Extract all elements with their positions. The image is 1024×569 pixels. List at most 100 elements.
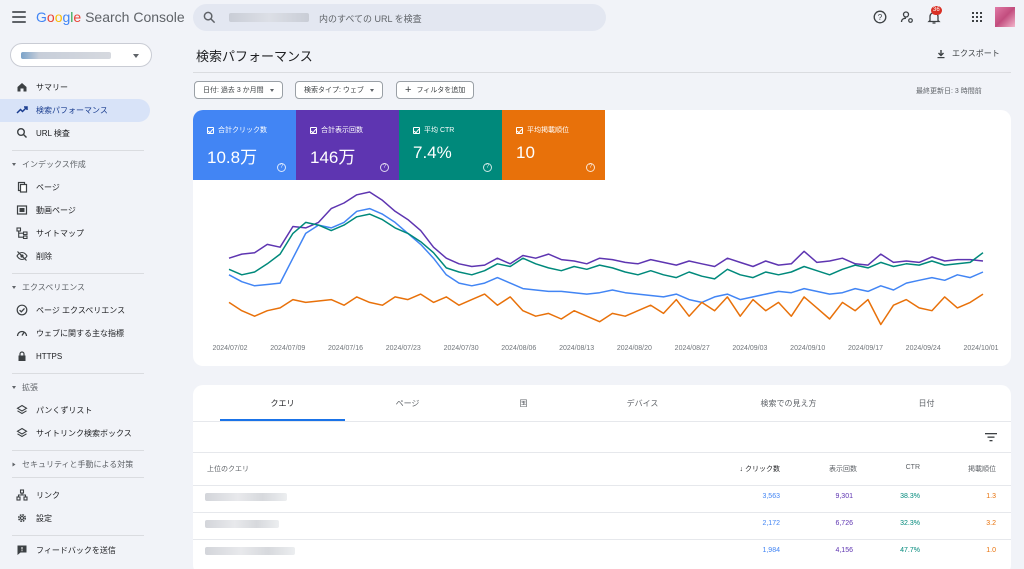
sidebar-item-removals[interactable]: 削除 [0,245,150,268]
metric-total-impressions[interactable]: 合計表示回数 146万 ? [296,110,399,180]
avatar[interactable] [995,7,1015,27]
sidebar-item-label: URL 検査 [36,129,70,138]
help-icon[interactable]: ? [380,163,389,172]
export-button[interactable]: エクスポート [936,48,1000,59]
sidebar-divider [12,535,144,536]
metric-total-clicks[interactable]: 合計クリック数 10.8万 ? [193,110,296,180]
column-header-impressions[interactable]: 表示回数 [806,464,857,474]
manage-users-icon[interactable] [900,10,914,24]
x-tick-label: 2024/10/01 [963,345,998,352]
redacted-query[interactable] [205,520,279,528]
tab-dates[interactable]: 日付 [864,385,989,421]
plus-icon: + [405,84,412,96]
table-toolbar-divider [193,452,1011,453]
date-filter-chip[interactable]: 日付: 過去 3 か月間 [194,81,283,99]
sidebar-section-enhancements[interactable]: 拡張 [12,382,38,393]
sidebar-item-label: HTTPS [36,352,63,361]
menu-icon[interactable] [12,11,26,23]
series-line-1[interactable] [228,207,984,304]
column-header-clicks[interactable]: ↓ クリック数 [730,464,780,474]
sidebar-section-indexing[interactable]: インデックス作成 [12,159,86,170]
tab-pages[interactable]: ページ [345,385,470,421]
sidebar-item-page-experience[interactable]: ページ エクスペリエンス [0,299,150,322]
sidebar-item-links[interactable]: リンク [0,484,150,507]
filter-list-icon[interactable] [985,432,997,442]
x-tick-label: 2024/09/17 [848,345,883,352]
svg-text:?: ? [878,13,883,22]
column-header-position[interactable]: 掲載順位 [945,464,996,474]
product-logo[interactable]: Google Search Console [36,9,185,25]
column-header-ctr[interactable]: CTR [874,464,920,471]
add-filter-button[interactable]: + フィルタを追加 [396,81,475,99]
sidebar-item-label: サイトリンク検索ボックス [36,429,132,438]
tabs-divider [193,421,1011,422]
series-line-0[interactable] [228,191,984,268]
cell-clicks: 3,563 [762,493,780,500]
url-inspect-search[interactable]: 内のすべての URL を検査 [193,4,606,31]
page-title: 検索パフォーマンス [196,49,313,64]
sidebar-item-sitelinks-searchbox[interactable]: サイトリンク検索ボックス [0,422,150,445]
speed-gauge-icon [16,330,28,337]
series-line-3[interactable] [228,293,984,326]
sidebar-item-sitemaps[interactable]: サイトマップ [0,222,150,245]
performance-line-chart[interactable]: 2024/07/02 2024/07/09 2024/07/16 2024/07/23… [193,180,1011,366]
sidebar-item-https[interactable]: HTTPS [0,345,150,368]
sidebar-item-pages[interactable]: ページ [0,176,150,199]
header-divider [193,72,1011,73]
help-icon[interactable]: ? [873,10,887,24]
x-tick-label: 2024/09/03 [732,345,767,352]
help-icon[interactable]: ? [277,163,286,172]
checkbox-checked-icon[interactable] [207,126,214,134]
sidebar-item-label: サイトマップ [36,229,84,238]
redacted-query[interactable] [205,547,295,555]
tab-countries[interactable]: 国 [461,385,586,421]
tab-search-appearance[interactable]: 検索での見え方 [726,385,851,421]
sidebar-item-breadcrumbs[interactable]: パンくずリスト [0,399,150,422]
metric-value: 10.8万 [207,148,258,167]
sidebar-item-search-performance[interactable]: 検索パフォーマンス [0,99,150,122]
sidebar-item-summary[interactable]: サマリー [0,76,150,99]
sidebar-item-settings[interactable]: 設定 [0,507,150,530]
metric-average-position[interactable]: 平均掲載順位 10 ? [502,110,605,180]
sidebar-item-feedback[interactable]: フィードバックを送信 [0,539,150,562]
download-icon [937,49,945,58]
cell-position: 1.0 [986,547,996,554]
cell-impressions: 6,726 [835,520,853,527]
sidebar-item-label: 削除 [36,252,52,261]
metric-value: 7.4% [413,143,452,162]
feedback-icon [17,545,27,555]
layers-icon [16,427,28,438]
sidebar-section-experience[interactable]: エクスペリエンス [12,282,85,293]
search-type-filter-chip[interactable]: 検索タイプ: ウェブ [295,81,383,99]
cell-clicks: 1,984 [762,547,780,554]
chevron-down-icon [133,54,139,58]
help-icon[interactable]: ? [586,163,595,172]
x-tick-label: 2024/09/10 [790,345,825,352]
search-icon [203,11,216,24]
cell-ctr: 38.3% [900,493,920,500]
sidebar-item-url-inspection[interactable]: URL 検査 [0,122,150,145]
x-tick-label: 2024/08/20 [617,345,652,352]
apps-grid-icon[interactable] [970,10,984,24]
removals-icon [16,251,28,261]
links-icon [16,489,28,501]
sidebar-item-label: パンくずリスト [36,406,93,415]
tab-devices[interactable]: デバイス [580,385,705,421]
sidebar-item-core-web-vitals[interactable]: ウェブに関する主な指標 [0,322,150,345]
table-header-divider [193,485,1011,486]
checkbox-checked-icon[interactable] [516,126,523,134]
sidebar-section-security[interactable]: セキュリティと手動による対策 [12,459,133,470]
checkbox-checked-icon[interactable] [413,126,420,134]
chevron-down-icon [269,88,274,92]
table-row-divider [193,512,1011,513]
tab-queries[interactable]: クエリ [220,385,345,421]
checkbox-checked-icon[interactable] [310,126,317,134]
cell-position: 1.3 [986,493,996,500]
metric-average-ctr[interactable]: 平均 CTR 7.4% ? [399,110,502,180]
redacted-query[interactable] [205,493,287,501]
sidebar-item-label: ウェブに関する主な指標 [36,329,124,338]
sidebar-item-video-pages[interactable]: 動画ページ [0,199,150,222]
property-selector[interactable] [10,43,152,67]
help-icon[interactable]: ? [483,163,492,172]
cell-ctr: 32.3% [900,520,920,527]
